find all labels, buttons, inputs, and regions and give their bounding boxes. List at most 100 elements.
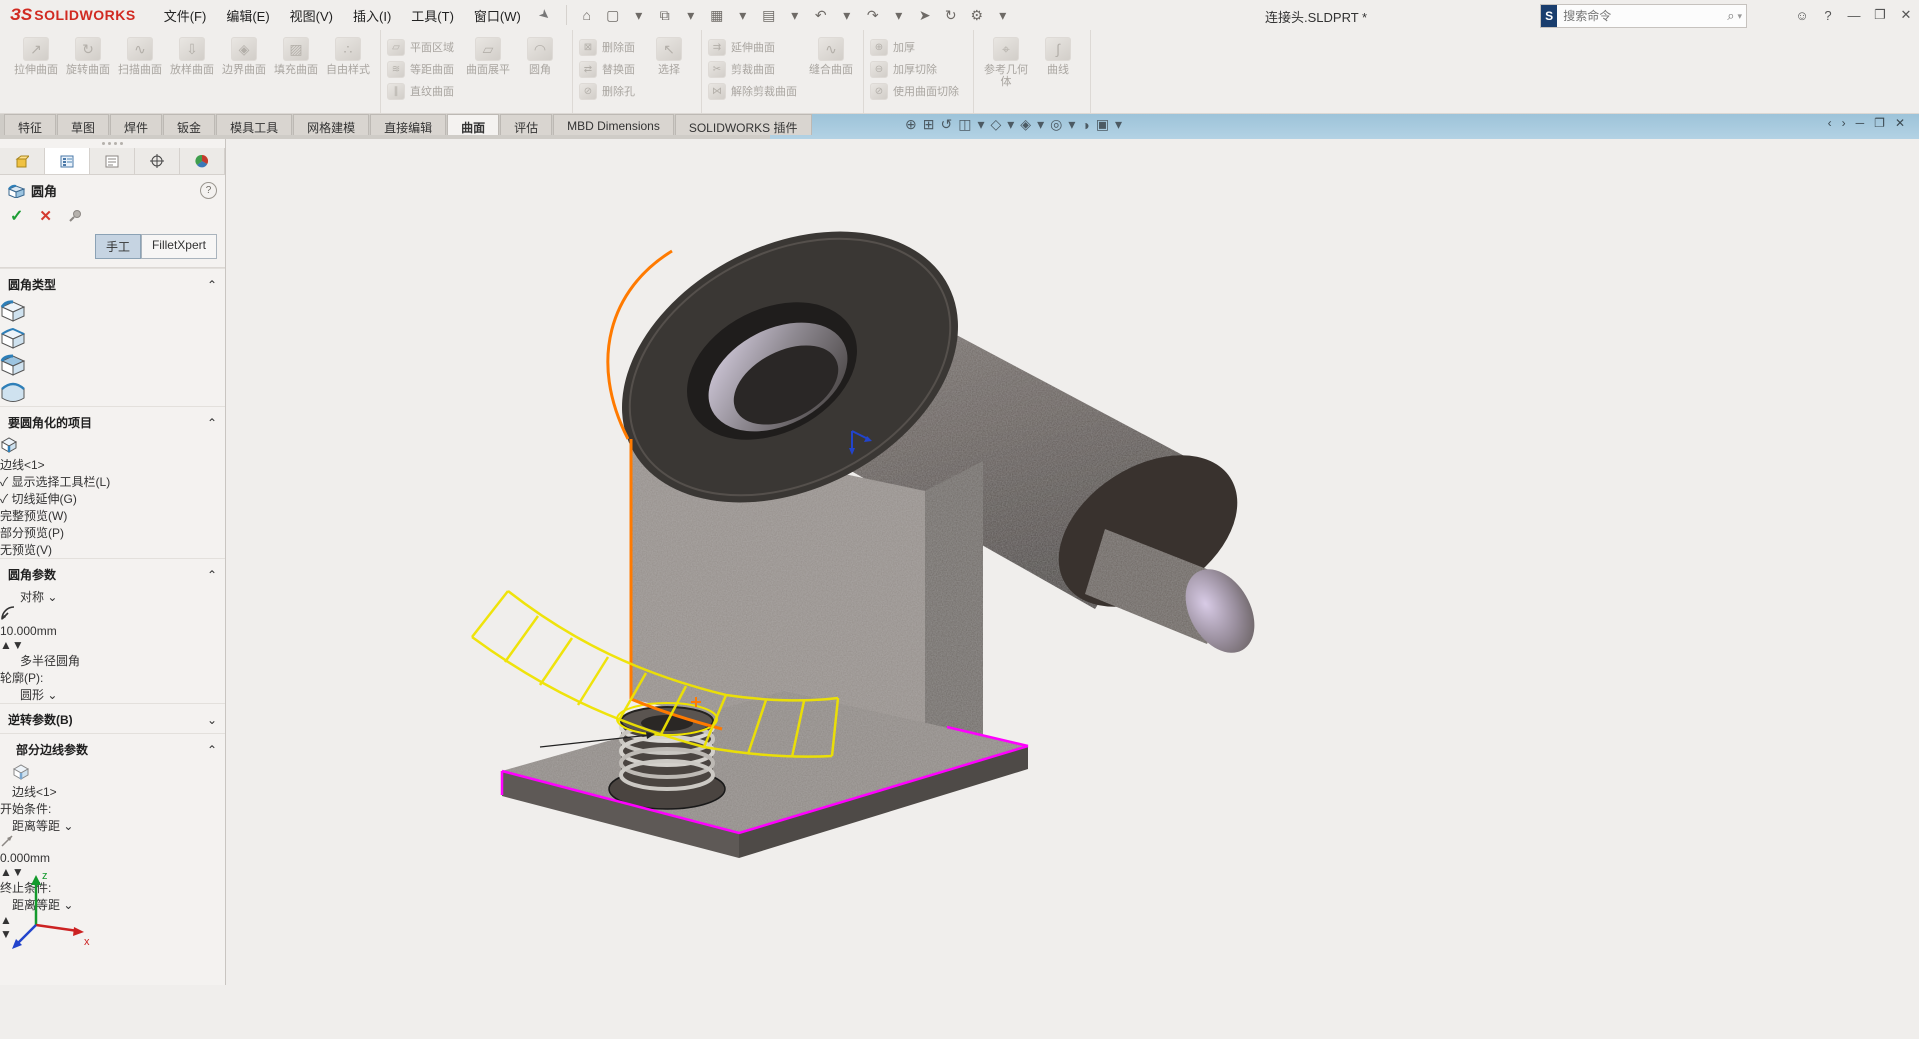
curves-button[interactable]: ∫曲线 — [1032, 34, 1084, 88]
previous-view-icon[interactable]: ↺ — [940, 116, 952, 133]
flatten-surface-button[interactable]: ▱曲面展平 — [462, 34, 514, 76]
tab-sheet-metal[interactable]: 钣金 — [163, 114, 215, 135]
user-account-button[interactable]: ☺ — [1789, 1, 1815, 29]
home-button[interactable]: ⌂ — [575, 5, 599, 25]
offset-surface-button[interactable]: ≋等距曲面 — [387, 60, 462, 78]
trim-surface-button[interactable]: ✂剪裁曲面 — [708, 60, 805, 78]
menu-file[interactable]: 文件(F) — [154, 2, 217, 29]
graphics-viewport[interactable]: z x 连接头 (A) <<默认>_外.. ✓ ✕ 上下文工具栏. ▣◻◰◳◲◱… — [0, 139, 1919, 563]
thicken-button[interactable]: ⊕加厚 — [870, 38, 967, 56]
dropdown-caret[interactable]: ▾ — [627, 5, 651, 25]
ribbon-group-faces: ⊠删除面 ⇄替换面 ⊘删除孔 ↖选择 — [573, 30, 702, 113]
new-document-button[interactable]: ▢ — [601, 5, 625, 25]
dropdown-caret[interactable]: ▾ — [1037, 116, 1044, 133]
tab-mold-tools[interactable]: 模具工具 — [216, 114, 292, 135]
maximize-button[interactable]: ❐ — [1867, 1, 1893, 29]
extend-surface-button[interactable]: ⇉延伸曲面 — [708, 38, 805, 56]
doc-close-button[interactable]: ✕ — [1895, 116, 1905, 130]
previous-window-button[interactable]: ‹ — [1828, 116, 1832, 130]
untrim-surface-button[interactable]: ⋈解除剪裁曲面 — [708, 82, 805, 100]
dropdown-caret[interactable]: ▾ — [1115, 116, 1122, 133]
solidworks-logo-text: SOLIDWORKS — [34, 7, 135, 23]
window-controls: ☺?—❐✕ — [1789, 0, 1919, 30]
doc-restore-button[interactable]: ❐ — [1874, 116, 1885, 130]
close-button[interactable]: ✕ — [1893, 1, 1919, 29]
command-tabs: 特征草图焊件钣金模具工具网格建模直接编辑曲面评估MBD DimensionsSO… — [4, 114, 813, 139]
display-style-icon[interactable]: ◈ — [1020, 116, 1031, 133]
menu-edit[interactable]: 编辑(E) — [216, 2, 279, 29]
menu-insert[interactable]: 插入(I) — [343, 2, 401, 29]
edit-appearance-icon[interactable]: ◑ — [1081, 117, 1089, 133]
tab-mbd-dimensions[interactable]: MBD Dimensions — [553, 114, 674, 135]
dropdown-caret[interactable]: ▾ — [977, 116, 984, 133]
thickened-cut-button[interactable]: ⊖加厚切除 — [870, 60, 967, 78]
replace-face-button[interactable]: ⇄替换面 — [579, 60, 643, 78]
dropdown-caret[interactable]: ▾ — [1068, 116, 1075, 133]
tab-mesh-modeling[interactable]: 网格建模 — [293, 114, 369, 135]
menu-view[interactable]: 视图(V) — [280, 2, 343, 29]
freeform-button[interactable]: ∴自由样式 — [322, 34, 374, 76]
model-threaded-hole[interactable] — [609, 703, 725, 809]
search-icon[interactable]: ⌕ — [1724, 8, 1737, 24]
print-button[interactable]: ▤ — [757, 5, 781, 25]
ribbon-group-plane-fillet: ▱平面区域 ≋等距曲面 ∥直纹曲面 ▱曲面展平 ◠圆角 — [381, 30, 573, 113]
menu-tools[interactable]: 工具(T) — [401, 2, 464, 29]
dropdown-caret[interactable]: ▾ — [991, 5, 1015, 25]
dropdown-caret[interactable]: ▾ — [1007, 116, 1014, 133]
tab-evaluate[interactable]: 评估 — [500, 114, 552, 135]
dropdown-caret[interactable]: ▾ — [731, 5, 755, 25]
pin-menu-icon[interactable]: ➤ — [535, 5, 554, 24]
section-view-icon[interactable]: ◫ — [958, 116, 971, 133]
view-orientation-icon[interactable]: ◇ — [990, 116, 1001, 133]
revolved-surface-button[interactable]: ↻旋转曲面 — [62, 34, 114, 76]
zoom-fit-icon[interactable]: ⊕ — [905, 116, 917, 133]
dropdown-caret[interactable]: ▾ — [679, 5, 703, 25]
menu-bar: 文件(F)编辑(E)视图(V)插入(I)工具(T)窗口(W) — [154, 2, 531, 29]
search-caret-icon[interactable]: ▾ — [1737, 11, 1746, 22]
help-button[interactable]: ? — [1815, 1, 1841, 29]
next-window-button[interactable]: › — [1842, 116, 1846, 130]
boundary-surface-button[interactable]: ◈边界曲面 — [218, 34, 270, 76]
ribbon-toolbar: ↗拉伸曲面 ↻旋转曲面 ∿扫描曲面 ⇩放样曲面 ◈边界曲面 ▨填充曲面 ∴自由样… — [0, 30, 1919, 114]
fillet-button[interactable]: ◠圆角 — [514, 34, 566, 76]
filled-surface-button[interactable]: ▨填充曲面 — [270, 34, 322, 76]
planar-surface-button[interactable]: ▱平面区域 — [387, 38, 462, 56]
tab-features[interactable]: 特征 — [4, 114, 56, 135]
reference-geometry-button[interactable]: ⌖参考几何体 — [980, 34, 1032, 88]
model-3d-view[interactable]: z x — [0, 139, 1693, 985]
hide-show-items-icon[interactable]: ◎ — [1050, 116, 1062, 133]
swept-surface-button[interactable]: ∿扫描曲面 — [114, 34, 166, 76]
svg-text:x: x — [84, 936, 90, 948]
view-settings-icon[interactable]: ▣ — [1096, 116, 1109, 133]
save-button[interactable]: ▦ — [705, 5, 729, 25]
doc-minimize-button[interactable]: ─ — [1856, 116, 1865, 130]
extruded-surface-button[interactable]: ↗拉伸曲面 — [10, 34, 62, 76]
knit-surface-button[interactable]: ∿缝合曲面 — [805, 34, 857, 76]
dropdown-caret[interactable]: ▾ — [887, 5, 911, 25]
tab-sketch[interactable]: 草图 — [57, 114, 109, 135]
tab-surfaces[interactable]: 曲面 — [447, 114, 499, 135]
options-button[interactable]: ⚙ — [965, 5, 989, 25]
tab-weldments[interactable]: 焊件 — [110, 114, 162, 135]
redo-button[interactable]: ↷ — [861, 5, 885, 25]
dropdown-caret[interactable]: ▾ — [835, 5, 859, 25]
ruled-surface-button[interactable]: ∥直纹曲面 — [387, 82, 462, 100]
rebuild-button[interactable]: ↻ — [939, 5, 963, 25]
title-bar: ЗS SOLIDWORKS 文件(F)编辑(E)视图(V)插入(I)工具(T)窗… — [0, 0, 1919, 31]
lofted-surface-button[interactable]: ⇩放样曲面 — [166, 34, 218, 76]
undo-button[interactable]: ↶ — [809, 5, 833, 25]
select-tool-button[interactable]: ↖选择 — [643, 34, 695, 76]
minimize-button[interactable]: — — [1841, 1, 1867, 29]
delete-hole-button[interactable]: ⊘删除孔 — [579, 82, 643, 100]
select-button[interactable]: ➤ — [913, 5, 937, 25]
dropdown-caret[interactable]: ▾ — [783, 5, 807, 25]
zoom-area-icon[interactable]: ⊞ — [923, 116, 935, 133]
command-search-input[interactable] — [1557, 9, 1724, 23]
cut-with-surface-button[interactable]: ⊘使用曲面切除 — [870, 82, 967, 100]
document-window-controls: ‹ › ─ ❐ ✕ — [1828, 116, 1905, 130]
open-button[interactable]: ⧉ — [653, 5, 677, 25]
delete-face-button[interactable]: ⊠删除面 — [579, 38, 643, 56]
tab-solidworks-addins[interactable]: SOLIDWORKS 插件 — [675, 114, 812, 135]
menu-window[interactable]: 窗口(W) — [464, 2, 531, 29]
tab-direct-editing[interactable]: 直接编辑 — [370, 114, 446, 135]
